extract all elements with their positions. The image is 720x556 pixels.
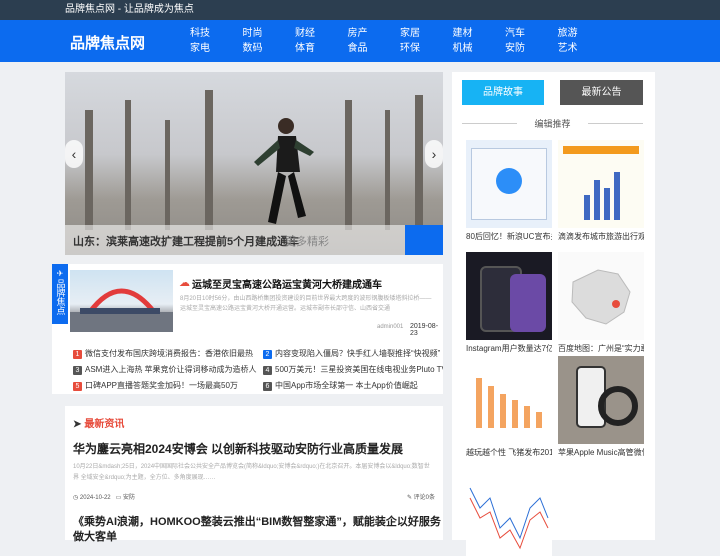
- announcement-button[interactable]: 最新公告: [560, 80, 643, 105]
- nav-item[interactable]: 艺术: [558, 41, 611, 56]
- rank-badge: 2: [263, 350, 272, 359]
- rec-card-caption[interactable]: Instagram用户数量达7亿: [466, 343, 552, 354]
- nav-item[interactable]: 数码: [243, 41, 296, 56]
- slider-next-button[interactable]: ›: [425, 140, 443, 168]
- brand-focus-title[interactable]: 运城至灵宝高速公路运宝黄河大桥建成通车: [192, 276, 382, 291]
- rec-card[interactable]: 百度地图：广州是“实力敢: [558, 252, 644, 354]
- sidebar: 品牌故事 最新公告 编辑推荐 80后回忆！新浪UC宣布关停 滴滴发布城市旅游出行…: [452, 72, 655, 556]
- article-comments[interactable]: 评论0条: [414, 495, 435, 501]
- nav-item[interactable]: 房产: [348, 26, 401, 41]
- article-date: 2024-10-22: [79, 495, 111, 501]
- nav-item[interactable]: 环保: [400, 41, 453, 56]
- rec-card-image[interactable]: [558, 356, 644, 444]
- rec-card-image[interactable]: [558, 140, 644, 228]
- slide-more-link[interactable]: 更多精彩: [285, 233, 329, 249]
- hot-news-link[interactable]: 微信支付发布国庆跨境消费报告：香港依旧最热: [85, 349, 253, 358]
- hot-news-link[interactable]: 口碑APP直播答题奖金加码！一场最高50万: [85, 381, 238, 390]
- nav-item[interactable]: 建材: [453, 26, 506, 41]
- image-slider[interactable]: ‹ › 山东：滨莱高速改扩建工程提前5个月建成通车 更多精彩: [65, 72, 443, 255]
- cloud-icon: ☁: [179, 277, 190, 289]
- rec-card-image[interactable]: [466, 252, 552, 340]
- comment-icon: ✎: [406, 495, 412, 501]
- header: 品牌焦点网 科技 时尚 财经 房产 家居 建材 汽车 旅游 家电 数码 体育 食…: [0, 20, 720, 62]
- rank-badge: 4: [263, 366, 272, 375]
- nav-item[interactable]: 家电: [190, 41, 243, 56]
- brand-focus-desc: 8月20日10时56分，由山西路桥集团投资建设的目前世界最大跨度的波形钢腹板矮塔…: [180, 296, 432, 312]
- list-item[interactable]: 6 中国App市场全球第一 本土App价值崛起: [263, 381, 443, 391]
- slider-prev-button[interactable]: ‹: [65, 140, 83, 168]
- hot-news-link[interactable]: 中国App市场全球第一 本土App价值崛起: [275, 381, 418, 390]
- brand-story-button[interactable]: 品牌故事: [462, 80, 544, 105]
- brand-focus-date: 2019-08-23: [410, 323, 439, 337]
- article-category[interactable]: 安防: [123, 495, 135, 501]
- hot-news-link[interactable]: 内容变现陷入僵局？快手红人墙裂推择“快视频”: [275, 349, 440, 358]
- brand-focus-tab: ✈ 品牌焦点: [52, 264, 68, 324]
- main-nav: 科技 时尚 财经 房产 家居 建材 汽车 旅游 家电 数码 体育 食品 环保 机…: [190, 26, 610, 56]
- latest-heading-label: 最新资讯: [84, 419, 125, 430]
- slide-caption[interactable]: 山东：滨莱高速改扩建工程提前5个月建成通车: [73, 233, 299, 249]
- rank-badge: 1: [73, 350, 82, 359]
- list-item[interactable]: 2 内容变现陷入僵局？快手红人墙裂推择“快视频”: [263, 349, 443, 359]
- rec-card-caption[interactable]: 滴滴发布城市旅游出行观: [558, 231, 644, 242]
- rank-badge: 3: [73, 366, 82, 375]
- nav-item[interactable]: 体育: [295, 41, 348, 56]
- nav-item[interactable]: 安防: [505, 41, 558, 56]
- brand-focus-author: admin001: [377, 324, 404, 330]
- article-desc: 10月22日&mdash;25日，2024中国国际社会公共安全产品博览会(简称&…: [73, 464, 430, 481]
- site-logo[interactable]: 品牌焦点网: [70, 32, 145, 53]
- hot-news-link[interactable]: 500万美元！三星投资美国在线电视业务Pluto TV: [275, 365, 443, 374]
- brand-focus-tab-label: 品牌焦点: [55, 279, 66, 315]
- rec-card[interactable]: 苹果Apple Music高管微信: [558, 356, 644, 458]
- article-title[interactable]: 《乘势AI浪潮，HOMKOO整装云推出“BIM数智整家通”，赋能装企以好服务做大…: [65, 515, 443, 543]
- top-bar: 品牌焦点网 - 让品牌成为焦点: [0, 0, 720, 20]
- folder-icon: ▭: [115, 495, 122, 501]
- runner-figure: [254, 118, 314, 224]
- list-item[interactable]: 5 口碑APP直播答题奖金加码！一场最高50万: [73, 381, 263, 391]
- nav-item[interactable]: 时尚: [243, 26, 296, 41]
- rec-card-caption[interactable]: 80后回忆！新浪UC宣布关停: [466, 231, 552, 242]
- nav-item[interactable]: 家居: [400, 26, 453, 41]
- rec-card-image[interactable]: [466, 468, 552, 556]
- rec-card-caption[interactable]: 越玩越个性 飞猪发布2017: [466, 447, 552, 458]
- rec-card-image[interactable]: [466, 140, 552, 228]
- rec-card-caption[interactable]: 百度地图：广州是“实力敢: [558, 343, 644, 354]
- clock-icon: ◷: [73, 495, 79, 501]
- rank-badge: 6: [263, 382, 272, 391]
- rec-card-image[interactable]: [558, 252, 644, 340]
- slide-indicator[interactable]: [405, 225, 443, 255]
- latest-news-heading: ➤ 最新资讯: [73, 415, 124, 430]
- rank-badge: 5: [73, 382, 82, 391]
- hot-news-list: 1 微信支付发布国庆跨境消费报告：香港依旧最热 2 内容变现陷入僵局？快手红人墙裂推…: [73, 349, 443, 391]
- rec-card[interactable]: Instagram用户数量达7亿: [466, 252, 552, 354]
- nav-item[interactable]: 机械: [453, 41, 506, 56]
- rec-card[interactable]: [466, 468, 552, 556]
- article-title[interactable]: 华为鏖云亮相2024安博会 以创新科技驱动安防行业高质量发展: [73, 440, 403, 457]
- rec-card[interactable]: 滴滴发布城市旅游出行观: [558, 140, 644, 242]
- site-slogan: 品牌焦点网 - 让品牌成为焦点: [65, 4, 194, 15]
- nav-item[interactable]: 科技: [190, 26, 243, 41]
- nav-item[interactable]: 旅游: [558, 26, 611, 41]
- plane-icon: ✈: [56, 269, 64, 278]
- hot-news-link[interactable]: ASM进入上海热 苹果竞价让得词移动成为造桥人: [85, 365, 257, 374]
- nav-item[interactable]: 食品: [348, 41, 401, 56]
- rec-card[interactable]: 80后回忆！新浪UC宣布关停: [466, 140, 552, 242]
- list-item[interactable]: 3 ASM进入上海热 苹果竞价让得词移动成为造桥人: [73, 365, 263, 375]
- rec-card-caption[interactable]: 苹果Apple Music高管微信: [558, 447, 644, 458]
- editor-picks-heading: 编辑推荐: [462, 117, 643, 130]
- rec-card[interactable]: 越玩越个性 飞猪发布2017: [466, 356, 552, 458]
- article-meta: ◷ 2024-10-22 ▭ 安防 ✎ 评论0条: [73, 492, 435, 501]
- send-icon: ➤: [73, 419, 82, 430]
- nav-item[interactable]: 汽车: [505, 26, 558, 41]
- nav-item[interactable]: 财经: [295, 26, 348, 41]
- slide-caption-bar: 山东：滨莱高速改扩建工程提前5个月建成通车 更多精彩: [65, 225, 443, 255]
- rec-card-image[interactable]: [466, 356, 552, 444]
- list-item[interactable]: 4 500万美元！三星投资美国在线电视业务Pluto TV: [263, 365, 443, 375]
- list-item[interactable]: 1 微信支付发布国庆跨境消费报告：香港依旧最热: [73, 349, 263, 359]
- brand-focus-image[interactable]: [70, 270, 173, 332]
